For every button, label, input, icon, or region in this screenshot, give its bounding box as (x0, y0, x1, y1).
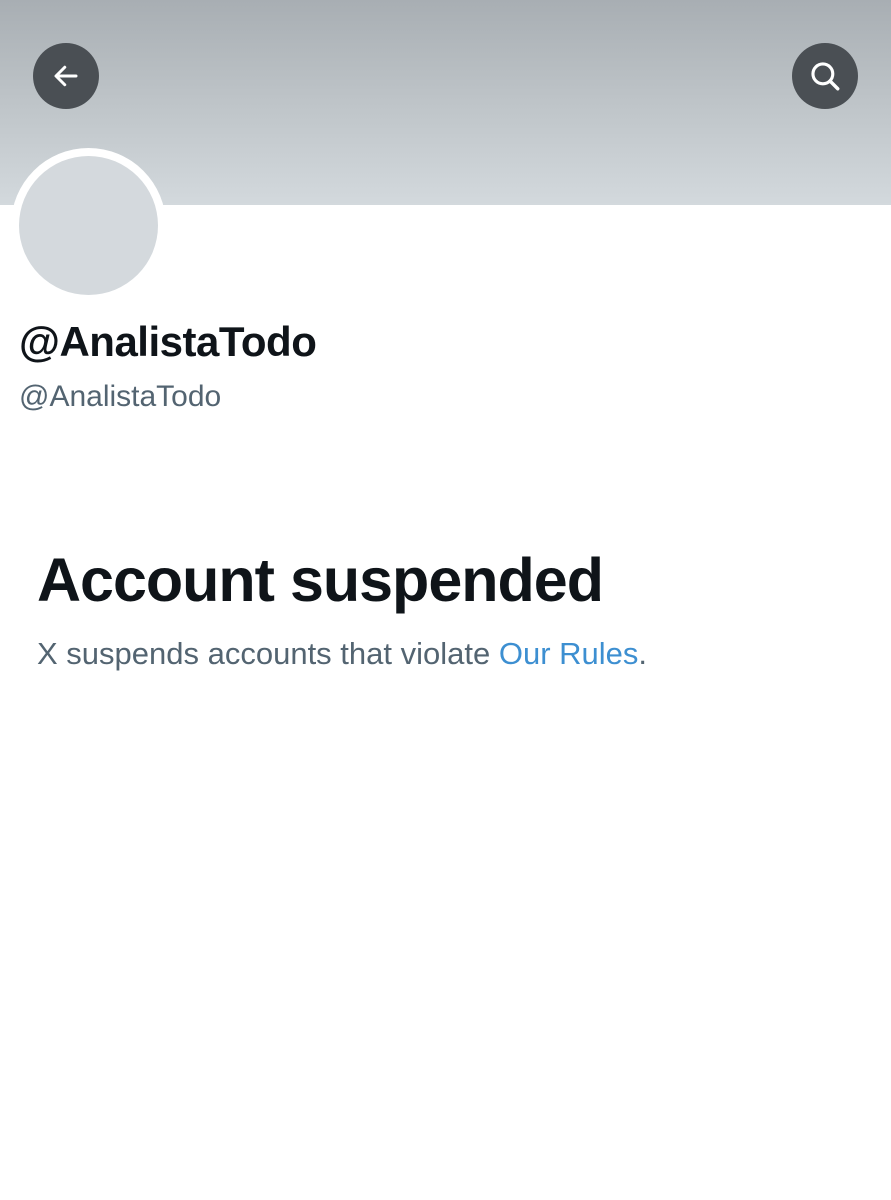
suspended-message: X suspends accounts that violate Our Rul… (37, 636, 647, 672)
profile-handle: @AnalistaTodo (19, 380, 222, 413)
our-rules-link[interactable]: Our Rules (499, 636, 639, 671)
suspended-title: Account suspended (37, 546, 604, 614)
arrow-left-icon (51, 61, 81, 91)
search-icon (808, 59, 842, 93)
suspended-message-text: X suspends accounts that violate (37, 636, 499, 671)
avatar[interactable] (19, 156, 158, 295)
search-button[interactable] (792, 43, 858, 109)
profile-display-name: @AnalistaTodo (19, 318, 317, 365)
back-button[interactable] (33, 43, 99, 109)
profile-page: @AnalistaTodo @AnalistaTodo Account susp… (0, 0, 891, 1200)
suspended-message-suffix: . (638, 636, 648, 671)
